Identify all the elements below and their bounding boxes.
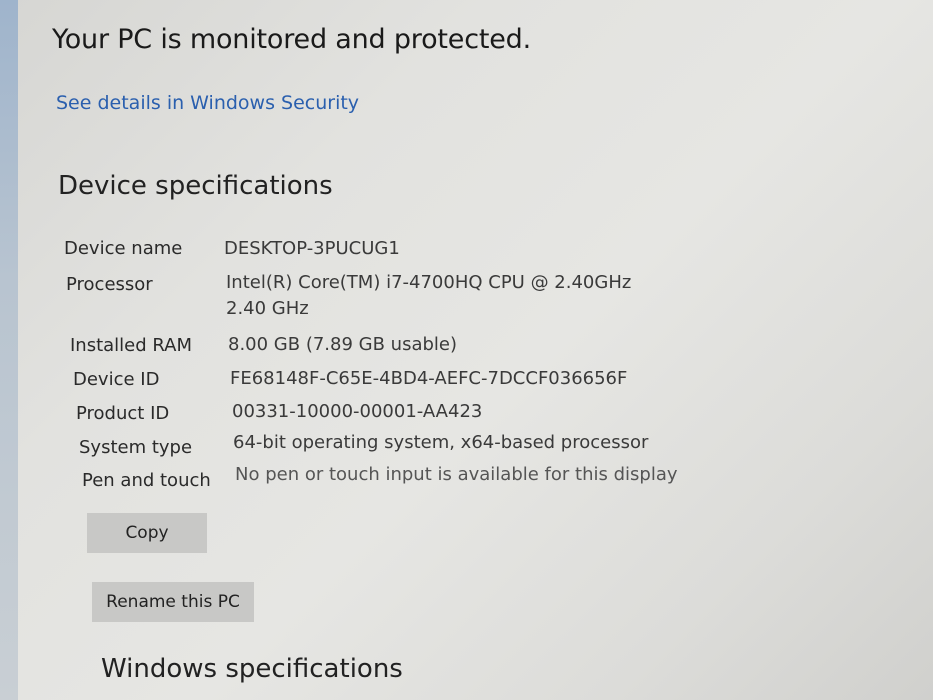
window-left-edge — [0, 0, 18, 700]
windows-security-link[interactable]: See details in Windows Security — [56, 92, 359, 114]
device-specifications-heading: Device specifications — [58, 171, 333, 201]
spec-label: Device name — [64, 238, 183, 259]
spec-value: DESKTOP-3PUCUG1 — [224, 238, 400, 259]
rename-pc-button[interactable]: Rename this PC — [92, 582, 254, 622]
spec-value: No pen or touch input is available for t… — [235, 464, 678, 485]
spec-value: 64-bit operating system, x64-based proce… — [233, 432, 649, 453]
spec-label: System type — [79, 437, 193, 458]
security-status-title: Your PC is monitored and protected. — [52, 24, 531, 55]
spec-value: 00331-10000-00001-AA423 — [232, 401, 483, 422]
spec-label: Product ID — [76, 403, 170, 424]
windows-specifications-heading: Windows specifications — [101, 654, 403, 684]
spec-label: Processor — [66, 274, 153, 295]
spec-label: Pen and touch — [82, 470, 211, 491]
copy-button[interactable]: Copy — [87, 513, 207, 553]
spec-label: Installed RAM — [70, 335, 193, 356]
spec-value: FE68148F-C65E-4BD4-AEFC-7DCCF036656F — [230, 368, 628, 389]
spec-value: 8.00 GB (7.89 GB usable) — [228, 334, 457, 355]
spec-label: Device ID — [73, 369, 160, 390]
spec-value: Intel(R) Core(TM) i7-4700HQ CPU @ 2.40GH… — [226, 272, 632, 319]
